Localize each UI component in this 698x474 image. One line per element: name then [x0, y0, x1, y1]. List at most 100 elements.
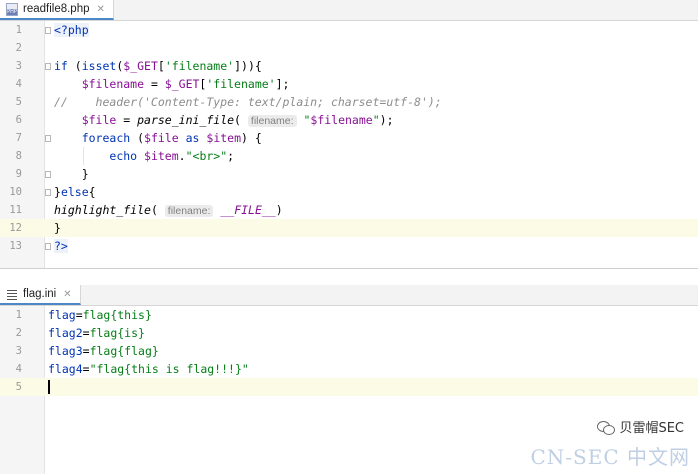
fold-marker-icon[interactable]	[45, 171, 51, 178]
code-token: [	[157, 59, 165, 73]
code-token: 'filename'	[164, 59, 235, 73]
code-line[interactable]: 2 flag2=flag{is}	[0, 324, 698, 342]
code-token: flag	[48, 308, 76, 322]
code-token: =	[82, 326, 90, 340]
code-token: (	[130, 131, 145, 145]
code-line[interactable]: 1 flag=flag{this}	[0, 306, 698, 324]
line-number: 4	[15, 78, 22, 90]
line-number: 7	[15, 132, 22, 144]
close-tab-icon[interactable]: ✕	[63, 289, 71, 300]
code-line[interactable]: 9 }	[0, 165, 698, 183]
code-line[interactable]: 11 highlight_file( filename: __FILE__)	[0, 201, 698, 219]
code-token: $file	[144, 131, 179, 145]
code-token: ];	[275, 77, 290, 91]
code-token: as	[185, 131, 200, 145]
code-line[interactable]: 4 flag4="flag{this is flag!!!}"	[0, 360, 698, 378]
code-token: echo	[109, 149, 138, 163]
fold-marker-icon[interactable]	[45, 189, 51, 196]
code-line[interactable]: 6 $file = parse_ini_file( filename: "$fi…	[0, 111, 698, 129]
code-token: }	[54, 185, 61, 199]
line-number: 6	[15, 114, 22, 126]
close-tab-icon[interactable]: ✕	[97, 4, 105, 15]
php-file-icon	[6, 2, 18, 16]
fold-marker-icon[interactable]	[45, 63, 51, 70]
code-token: <?php	[54, 23, 89, 37]
code-token: );	[379, 113, 394, 127]
code-token: // header('Content-Type: text/plain; cha…	[54, 95, 442, 109]
code-token: if	[54, 59, 75, 73]
code-token: $filename	[310, 113, 373, 127]
code-line[interactable]: 5 // header('Content-Type: text/plain; ch…	[0, 93, 698, 111]
text-caret	[48, 380, 50, 394]
code-token: flag{is}	[89, 326, 145, 340]
code-text: foreach ($file as $item) {	[54, 129, 262, 147]
code-token: highlight_file	[54, 203, 151, 217]
line-number: 4	[15, 363, 22, 375]
code-line[interactable]: 10}else{	[0, 183, 698, 201]
ini-file-icon	[6, 288, 18, 301]
code-token: $item	[144, 149, 179, 163]
code-token: flag3	[48, 344, 83, 358]
code-token: "flag{this is flag!!!}"	[89, 362, 249, 376]
code-token: =	[116, 113, 138, 127]
tab-flag-ini[interactable]: flag.ini ✕	[0, 285, 81, 305]
indent-guide	[83, 147, 84, 165]
code-token: $file	[81, 113, 117, 127]
line-number: 1	[15, 309, 22, 321]
fold-marker-icon[interactable]	[45, 135, 51, 142]
code-text: flag2=flag{is}	[48, 324, 145, 342]
line-number: 11	[9, 204, 22, 216]
fold-marker-icon[interactable]	[45, 27, 51, 34]
php-code-editor[interactable]: 1 <?php 2 3 if (isset($_GET['filename'])){4 …	[0, 21, 698, 268]
code-token: =	[82, 344, 90, 358]
code-line[interactable]: 8 echo $item."<br>";	[0, 147, 698, 165]
code-token: else	[60, 185, 89, 199]
code-token: $filename	[81, 77, 145, 91]
parameter-hint: filename:	[247, 115, 297, 127]
code-token: flag2	[48, 326, 83, 340]
code-line[interactable]: 13 ?>	[0, 237, 698, 255]
code-token: (	[74, 59, 82, 73]
code-text: flag4="flag{this is flag!!!}"	[48, 360, 249, 378]
code-token: ;	[227, 149, 235, 163]
line-number: 10	[9, 186, 22, 198]
ini-tab-bar: flag.ini ✕	[0, 285, 698, 306]
code-line[interactable]: 5	[0, 378, 698, 396]
code-token: flag{flag}	[89, 344, 159, 358]
code-token: flag4	[48, 362, 83, 376]
code-token: (	[150, 203, 165, 217]
code-token: =	[144, 77, 165, 91]
code-token: $item	[206, 131, 242, 145]
code-line[interactable]: 3 flag3=flag{flag}	[0, 342, 698, 360]
line-number: 9	[15, 168, 22, 180]
code-line[interactable]: 3 if (isset($_GET['filename'])){	[0, 57, 698, 75]
tab-readfile8-php[interactable]: readfile8.php ✕	[0, 0, 114, 20]
code-text: }	[54, 219, 61, 237]
wechat-icon	[597, 420, 616, 435]
code-token: $_GET	[164, 77, 200, 91]
code-text: // header('Content-Type: text/plain; cha…	[54, 93, 442, 111]
code-line[interactable]: 12}	[0, 219, 698, 237]
code-line[interactable]: 2	[0, 39, 698, 57]
site-watermark: CN-SEC 中文网	[530, 445, 690, 469]
code-token: ])){	[234, 59, 262, 73]
line-number: 5	[15, 96, 22, 108]
code-text: }	[54, 165, 89, 183]
code-token: }	[54, 221, 61, 235]
code-line[interactable]: 1 <?php	[0, 21, 698, 39]
php-editor-pane: readfile8.php ✕ 1 <?php 23if (isset($_GET[…	[0, 0, 698, 269]
line-number: 13	[9, 240, 22, 252]
code-token: "	[372, 113, 380, 127]
code-text: $filename = $_GET['filename'];	[54, 75, 290, 93]
fold-marker-icon[interactable]	[45, 243, 51, 250]
line-number: 1	[15, 24, 22, 36]
code-token: .	[178, 149, 186, 163]
code-line[interactable]: 4 $filename = $_GET['filename'];	[0, 75, 698, 93]
code-line[interactable]: 7 foreach ($file as $item) {	[0, 129, 698, 147]
tab-label: flag.ini	[23, 288, 57, 300]
tab-label: readfile8.php	[23, 3, 90, 15]
line-number: 8	[15, 150, 22, 162]
